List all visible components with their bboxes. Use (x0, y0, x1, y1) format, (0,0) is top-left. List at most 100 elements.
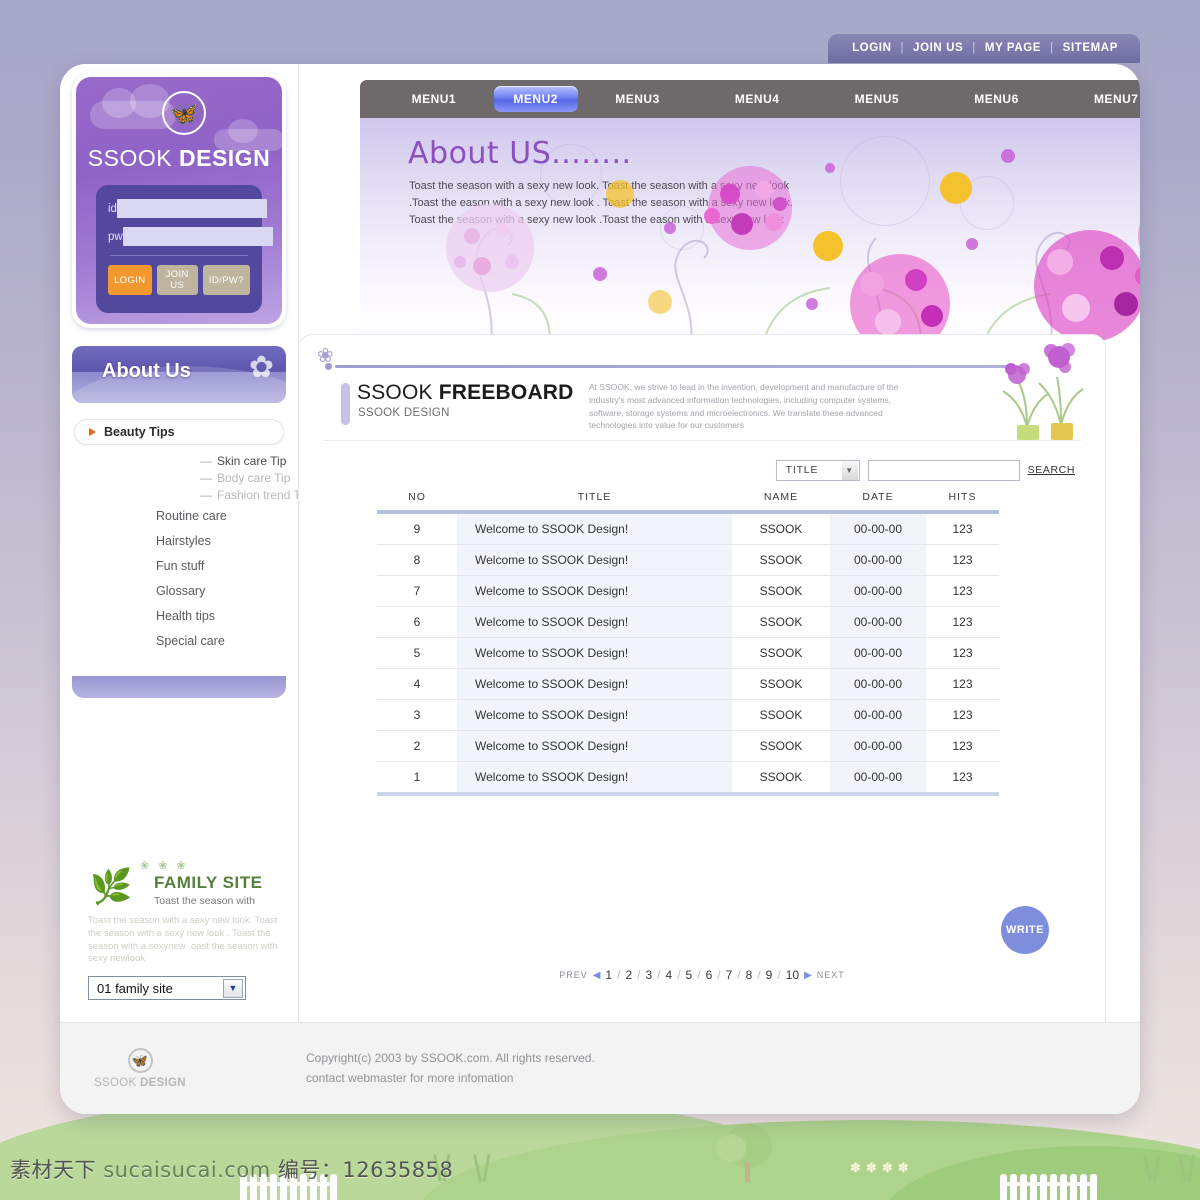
cell-title[interactable]: Welcome to SSOOK Design! (457, 637, 732, 669)
cell-hits: 123 (926, 606, 999, 638)
table-row[interactable]: 5 Welcome to SSOOK Design! SSOOK 00-00-0… (377, 637, 999, 669)
pagination-next-label[interactable]: NEXT (817, 970, 845, 980)
family-site-select[interactable]: 01 family site ▼ (88, 976, 246, 1001)
cell-hits: 123 (926, 512, 999, 545)
menu-item-menu5[interactable]: MENU5 (817, 86, 937, 112)
separator: / (717, 968, 721, 982)
separator: / (737, 968, 741, 982)
footer-copyright: Copyright(c) 2003 by SSOOK.com. All righ… (306, 1049, 595, 1087)
page-6[interactable]: 6 (706, 968, 713, 982)
table-row[interactable]: 9 Welcome to SSOOK Design! SSOOK 00-00-0… (377, 512, 999, 545)
utility-joinus-link[interactable]: JOIN US (913, 42, 963, 54)
utility-sitemap-link[interactable]: SITEMAP (1063, 42, 1118, 54)
table-row[interactable]: 7 Welcome to SSOOK Design! SSOOK 00-00-0… (377, 575, 999, 607)
cell-no: 7 (377, 575, 457, 607)
freeboard-panel: ❀ SSOOK FREEBOARD SSOOK DESIGN At SSOOK,… (298, 334, 1106, 1028)
id-input[interactable] (116, 199, 267, 218)
page-4[interactable]: 4 (666, 968, 673, 982)
watermark-suffix: 编号：12635858 (270, 1158, 454, 1182)
join-us-button[interactable]: JOIN US (156, 265, 198, 295)
chevron-down-icon[interactable]: ▼ (841, 460, 858, 480)
table-row[interactable]: 8 Welcome to SSOOK Design! SSOOK 00-00-0… (377, 544, 999, 576)
cell-title[interactable]: Welcome to SSOOK Design! (457, 730, 732, 762)
watermark-prefix: 素材天下 (10, 1158, 104, 1182)
sidebar-item-hairstyles[interactable]: Hairstyles (156, 534, 227, 548)
sidebar-item-fun-stuff[interactable]: Fun stuff (156, 559, 227, 573)
header-rule (325, 363, 1019, 370)
sidebar-item-glossary[interactable]: Glossary (156, 584, 227, 598)
sidebar-subitem-body-care[interactable]: — Body care Tip (200, 471, 310, 485)
table-row[interactable]: 1 Welcome to SSOOK Design! SSOOK 00-00-0… (377, 761, 999, 796)
column-header-date: DATE (830, 487, 926, 514)
pagination-prev-label[interactable]: PREV (559, 970, 588, 980)
cell-hits: 123 (926, 575, 999, 607)
sidebar-subitem-fashion-trend[interactable]: — Fashion trend Tip (200, 488, 310, 502)
menu-item-menu2[interactable]: MENU2 (493, 86, 578, 112)
chevron-down-icon[interactable]: ▼ (223, 978, 243, 998)
page-5[interactable]: 5 (686, 968, 693, 982)
page-7[interactable]: 7 (726, 968, 733, 982)
menu-item-menu1[interactable]: MENU1 (374, 86, 494, 112)
page-1[interactable]: 1 (605, 968, 612, 982)
write-button[interactable]: WRITE (1001, 906, 1049, 954)
cell-title[interactable]: Welcome to SSOOK Design! (457, 668, 732, 700)
search-button[interactable]: SEARCH (1028, 464, 1075, 476)
menu-item-menu4[interactable]: MENU4 (697, 86, 817, 112)
separator: / (757, 968, 761, 982)
column-header-title: TITLE (457, 487, 732, 514)
utility-mypage-link[interactable]: MY PAGE (985, 42, 1041, 54)
login-button[interactable]: LOGIN (108, 265, 152, 295)
footer-brand-bold: DESIGN (140, 1077, 186, 1089)
search-input[interactable] (867, 459, 1020, 481)
menu-item-menu3[interactable]: MENU3 (578, 86, 698, 112)
cell-title[interactable]: Welcome to SSOOK Design! (457, 575, 732, 607)
family-site-select-value: 01 family site (97, 980, 173, 996)
menu-item-menu7[interactable]: MENU7 (1056, 86, 1140, 112)
table-row[interactable]: 6 Welcome to SSOOK Design! SSOOK 00-00-0… (377, 606, 999, 638)
cell-hits: 123 (926, 699, 999, 731)
sidebar-item-beauty-tips[interactable]: Beauty Tips (74, 419, 284, 445)
search-row: TITLE ▼ SEARCH (299, 453, 1075, 487)
family-site-block: 🌿 ❀❀❀ FAMILY SITE Toast the season with … (88, 859, 288, 1001)
find-id-pw-button[interactable]: ID/PW? (202, 265, 250, 295)
search-field-select[interactable]: TITLE ▼ (775, 459, 860, 481)
cell-name: SSOOK (732, 761, 830, 796)
sidebar-item-health-tips[interactable]: Health tips (156, 609, 227, 623)
sidebar-subitem-skin-care[interactable]: — Skin care Tip (200, 454, 310, 468)
page-10[interactable]: 10 (786, 968, 799, 982)
page-3[interactable]: 3 (645, 968, 652, 982)
menu-item-menu6[interactable]: MENU6 (937, 86, 1057, 112)
sidebar-subitem-label: Skin care Tip (217, 454, 287, 468)
utility-login-link[interactable]: LOGIN (852, 42, 891, 54)
cell-name: SSOOK (732, 575, 830, 607)
logo-text-bold: DESIGN (179, 145, 271, 171)
cell-no: 9 (377, 512, 457, 545)
page-8[interactable]: 8 (746, 968, 753, 982)
sidebar-subitems: — Skin care Tip — Body care Tip — Fashion t… (200, 454, 310, 505)
chevron-left-icon[interactable]: ◀ (593, 970, 601, 981)
column-header-name: NAME (732, 487, 830, 514)
table-row[interactable]: 4 Welcome to SSOOK Design! SSOOK 00-00-0… (377, 668, 999, 700)
cell-title[interactable]: Welcome to SSOOK Design! (457, 761, 732, 796)
cell-name: SSOOK (732, 544, 830, 576)
sidebar-item-routine-care[interactable]: Routine care (156, 509, 227, 523)
cell-title[interactable]: Welcome to SSOOK Design! (457, 512, 732, 545)
table-row[interactable]: 2 Welcome to SSOOK Design! SSOOK 00-00-0… (377, 730, 999, 762)
cell-date: 00-00-00 (830, 575, 926, 607)
freeboard-title: SSOOK FREEBOARD (357, 381, 574, 405)
cell-title[interactable]: Welcome to SSOOK Design! (457, 699, 732, 731)
page-2[interactable]: 2 (625, 968, 632, 982)
sidebar: 🦋 SSOOK DESIGN id pw LOGIN JOIN US ID/PW… (60, 64, 333, 1114)
sidebar-item-special-care[interactable]: Special care (156, 634, 227, 648)
table-row[interactable]: 3 Welcome to SSOOK Design! SSOOK 00-00-0… (377, 699, 999, 731)
column-header-hits: HITS (926, 487, 999, 514)
cell-date: 00-00-00 (830, 512, 926, 545)
chevron-right-icon[interactable]: ▶ (804, 970, 812, 981)
page-9[interactable]: 9 (766, 968, 773, 982)
cell-date: 00-00-00 (830, 668, 926, 700)
fence-icon (1000, 1174, 1097, 1200)
cell-title[interactable]: Welcome to SSOOK Design! (457, 544, 732, 576)
cell-date: 00-00-00 (830, 606, 926, 638)
pw-input[interactable] (122, 227, 273, 246)
cell-title[interactable]: Welcome to SSOOK Design! (457, 606, 732, 638)
